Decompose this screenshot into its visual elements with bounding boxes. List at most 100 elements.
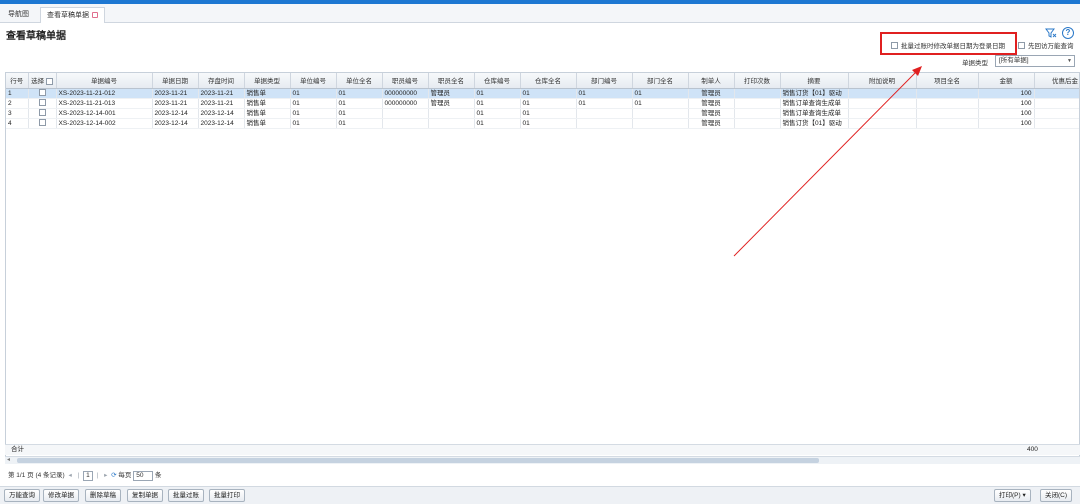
- cell-summary: 销售订单查询生成单: [780, 108, 849, 119]
- universal-query-button[interactable]: 万能查询: [4, 489, 40, 502]
- edit-bill-button[interactable]: 修改单据: [43, 489, 79, 502]
- tab-view-drafts[interactable]: 查看草稿单据: [40, 7, 105, 23]
- per-page-input[interactable]: 50: [133, 470, 154, 481]
- cell-staff-name: 管理员: [428, 88, 475, 99]
- cell-amount: 100: [978, 108, 1035, 119]
- table-row[interactable]: 4 XS-2023-12-14-002 2023-12-14 2023-12-1…: [6, 118, 1079, 129]
- dropdown-arrow-icon: ▼: [1067, 58, 1072, 64]
- cell-row-no: 3: [6, 108, 29, 119]
- cell-save-time: 2023-12-14: [198, 118, 245, 129]
- cell-select[interactable]: [28, 118, 57, 129]
- column-header[interactable]: 金额: [978, 73, 1035, 89]
- table-row[interactable]: 2 XS-2023-11-21-013 2023-11-21 2023-11-2…: [6, 98, 1079, 109]
- bill-type-value: [所有单据]: [999, 57, 1029, 64]
- column-header[interactable]: 打印次数: [734, 73, 781, 89]
- current-page-input[interactable]: 1: [83, 470, 93, 481]
- select-all-label: 选择: [31, 78, 45, 86]
- cell-remark: [848, 118, 917, 129]
- horizontal-scrollbar[interactable]: ◂: [5, 456, 1080, 464]
- cell-maker: 管理员: [688, 118, 735, 129]
- next-page-icon[interactable]: |: [97, 470, 99, 481]
- copy-bill-button[interactable]: 复制单据: [127, 489, 163, 502]
- cell-remark: [848, 108, 917, 119]
- pager: 第 1/1 页 (4 条记录) ◂ | 1 | ▸ ⟳ 每页 50 条: [8, 470, 162, 481]
- bill-type-select[interactable]: [所有单据] ▼: [995, 55, 1075, 67]
- per-page-unit: 条: [155, 472, 162, 479]
- chevron-down-icon: ▾: [1022, 492, 1026, 499]
- batch-print-button[interactable]: 批量打印: [209, 489, 245, 502]
- column-header[interactable]: 行号: [6, 73, 29, 89]
- filter-icon[interactable]: [1045, 27, 1057, 39]
- cell-maker: 管理员: [688, 98, 735, 109]
- column-header[interactable]: 部门全名: [632, 73, 689, 89]
- cell-dept-name: [632, 118, 689, 129]
- column-header[interactable]: 单据编号: [56, 73, 153, 89]
- table-row[interactable]: 1 XS-2023-11-21-012 2023-11-21 2023-11-2…: [6, 88, 1079, 99]
- column-header[interactable]: 仓库编号: [474, 73, 521, 89]
- cell-dept-no: 01: [576, 88, 633, 99]
- tab-navigation[interactable]: 导航图: [2, 7, 35, 23]
- table-row[interactable]: 3 XS-2023-12-14-001 2023-12-14 2023-12-1…: [6, 108, 1079, 119]
- print-label: 打印(P): [999, 492, 1021, 499]
- cell-discount: [1034, 88, 1079, 99]
- column-header[interactable]: 单据日期: [152, 73, 199, 89]
- column-header[interactable]: 存盘时间: [198, 73, 245, 89]
- print-button[interactable]: 打印(P) ▾: [994, 489, 1031, 502]
- cell-print-count: [734, 118, 781, 129]
- cell-unit-no: 01: [290, 88, 337, 99]
- column-header[interactable]: 职员编号: [382, 73, 429, 89]
- cell-project: [916, 108, 979, 119]
- select-all-checkbox[interactable]: [45, 78, 53, 86]
- cell-unit-no: 01: [290, 108, 337, 119]
- column-header[interactable]: 单位全名: [336, 73, 383, 89]
- cell-save-time: 2023-11-21: [198, 88, 245, 99]
- row-checkbox[interactable]: [38, 109, 46, 117]
- first-query-option[interactable]: 先回访万能查询: [1018, 42, 1074, 52]
- prev-page-icon[interactable]: |: [78, 470, 80, 481]
- cell-print-count: [734, 98, 781, 109]
- cell-wh-no: 01: [474, 88, 521, 99]
- cell-maker: 管理员: [688, 88, 735, 99]
- cell-select[interactable]: [28, 88, 57, 99]
- column-header[interactable]: 摘要: [780, 73, 849, 89]
- delete-draft-button[interactable]: 删除草稿: [85, 489, 121, 502]
- cell-dept-no: [576, 118, 633, 129]
- cell-summary: 销售订单查询生成单: [780, 98, 849, 109]
- scrollbar-thumb[interactable]: [17, 458, 819, 463]
- column-header[interactable]: 项目全名: [916, 73, 979, 89]
- help-icon[interactable]: ?: [1062, 27, 1074, 39]
- cell-select[interactable]: [28, 98, 57, 109]
- column-header[interactable]: 制单人: [688, 73, 735, 89]
- column-header[interactable]: 单据类型: [244, 73, 291, 89]
- column-header[interactable]: 附加说明: [848, 73, 917, 89]
- cell-print-count: [734, 88, 781, 99]
- first-page-icon[interactable]: ◂: [69, 470, 72, 481]
- column-header[interactable]: 职员全名: [428, 73, 475, 89]
- column-header[interactable]: 优惠后金: [1034, 73, 1079, 89]
- row-checkbox[interactable]: [38, 119, 46, 127]
- column-header-select[interactable]: 选择: [28, 73, 57, 89]
- cell-dept-no: 01: [576, 98, 633, 109]
- annotation-highlight-box: [880, 32, 1017, 55]
- cell-wh-no: 01: [474, 98, 521, 109]
- row-checkbox[interactable]: [38, 99, 46, 107]
- column-header[interactable]: 部门编号: [576, 73, 633, 89]
- cell-amount: 100: [978, 98, 1035, 109]
- cell-row-no: 1: [6, 88, 29, 99]
- cell-unit-no: 01: [290, 118, 337, 129]
- cell-bill-type: 销售单: [244, 118, 291, 129]
- cell-bill-no: XS-2023-11-21-013: [56, 98, 153, 109]
- refresh-icon[interactable]: ⟳: [111, 470, 116, 481]
- cell-select[interactable]: [28, 108, 57, 119]
- row-checkbox[interactable]: [38, 89, 46, 97]
- tab-close-icon[interactable]: [92, 12, 98, 19]
- batch-post-button[interactable]: 批量过账: [168, 489, 204, 502]
- last-page-icon[interactable]: ▸: [104, 470, 107, 481]
- total-row: 合计 400: [5, 444, 1080, 455]
- close-button[interactable]: 关闭(C): [1040, 489, 1073, 502]
- cell-bill-no: XS-2023-11-21-012: [56, 88, 153, 99]
- column-header[interactable]: 仓库全名: [520, 73, 577, 89]
- first-query-checkbox[interactable]: [1018, 42, 1025, 49]
- column-header[interactable]: 单位编号: [290, 73, 337, 89]
- scroll-left-icon[interactable]: ◂: [7, 456, 10, 463]
